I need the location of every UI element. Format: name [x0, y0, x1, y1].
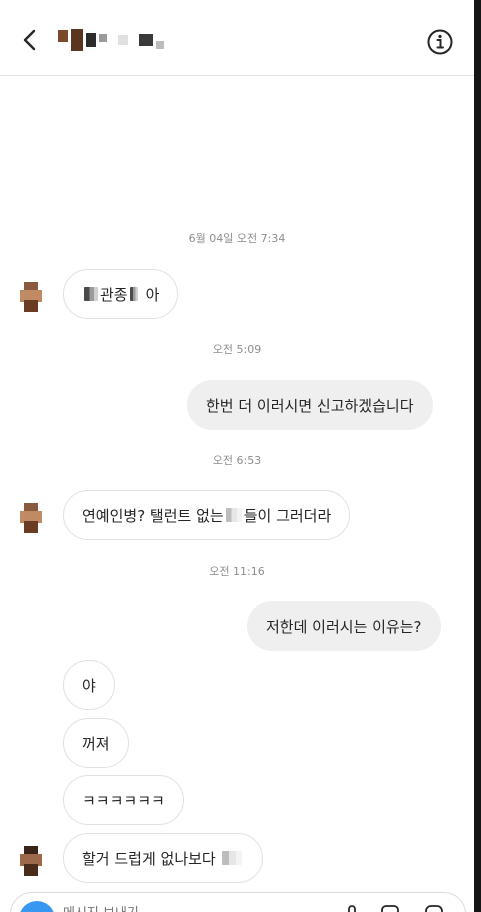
chevron-left-icon [23, 29, 36, 51]
message-text: 꺼져 [82, 734, 110, 753]
blurred-text [129, 287, 138, 301]
blurred-text [225, 508, 242, 522]
chat-header [0, 0, 474, 76]
message-input[interactable] [63, 903, 283, 912]
message-text: 연예인병? 탤런트 없는 [82, 506, 224, 525]
sticker-icon[interactable] [423, 903, 445, 912]
message-text: 들이 그러더라 [243, 506, 332, 525]
message-text: 한번 더 이러시면 신고하겠습니다 [206, 396, 414, 415]
message-text: 관종 [100, 285, 128, 304]
contact-header[interactable] [58, 24, 164, 56]
gallery-icon[interactable] [379, 903, 401, 912]
timestamp: 오전 11:16 [209, 565, 265, 578]
message-bubble-incoming[interactable]: 야 [63, 660, 115, 710]
avatar[interactable] [18, 503, 44, 533]
message-text: 할거 드럽게 없나보다 [82, 849, 216, 868]
back-button[interactable] [14, 24, 46, 56]
timestamp: 오전 6:53 [212, 454, 262, 467]
timestamp: 오전 5:09 [212, 343, 262, 356]
blurred-text [84, 287, 98, 301]
avatar[interactable] [18, 846, 44, 876]
message-bubble-outgoing[interactable]: 한번 더 이러시면 신고하겠습니다 [187, 380, 433, 430]
message-bubble-incoming[interactable]: ㅋㅋㅋㅋㅋㅋ [63, 775, 184, 825]
message-bubble-outgoing[interactable]: 저한데 이러시는 이유는? [247, 601, 441, 651]
message-bubble-incoming[interactable]: 연예인병? 탤런트 없는 들이 그러더라 [63, 490, 351, 540]
message-composer [10, 892, 466, 912]
avatar[interactable] [18, 282, 44, 312]
message-bubble-incoming[interactable]: 꺼져 [63, 718, 129, 768]
right-edge-strip [474, 0, 481, 912]
message-bubble-incoming[interactable]: 할거 드럽게 없나보다 [63, 833, 263, 883]
blurred-text [221, 851, 242, 865]
message-text: ㅋㅋㅋㅋㅋㅋ [82, 791, 165, 810]
timestamp: 6월 04일 오전 7:34 [188, 232, 286, 245]
mic-icon[interactable] [341, 903, 363, 912]
message-text: 아 [145, 285, 160, 304]
info-icon [427, 29, 453, 55]
message-text: 저한데 이러시는 이유는? [266, 617, 422, 636]
pixelated-contact-name [58, 29, 164, 51]
camera-button[interactable] [19, 901, 55, 912]
message-bubble-incoming[interactable]: 관종 아 [63, 269, 179, 319]
info-button[interactable] [425, 27, 455, 57]
message-text: 야 [82, 676, 96, 695]
chat-screen: 6월 04일 오전 7:34 관종 아 오전 5:09 한번 더 이러시면 신고… [0, 0, 474, 912]
